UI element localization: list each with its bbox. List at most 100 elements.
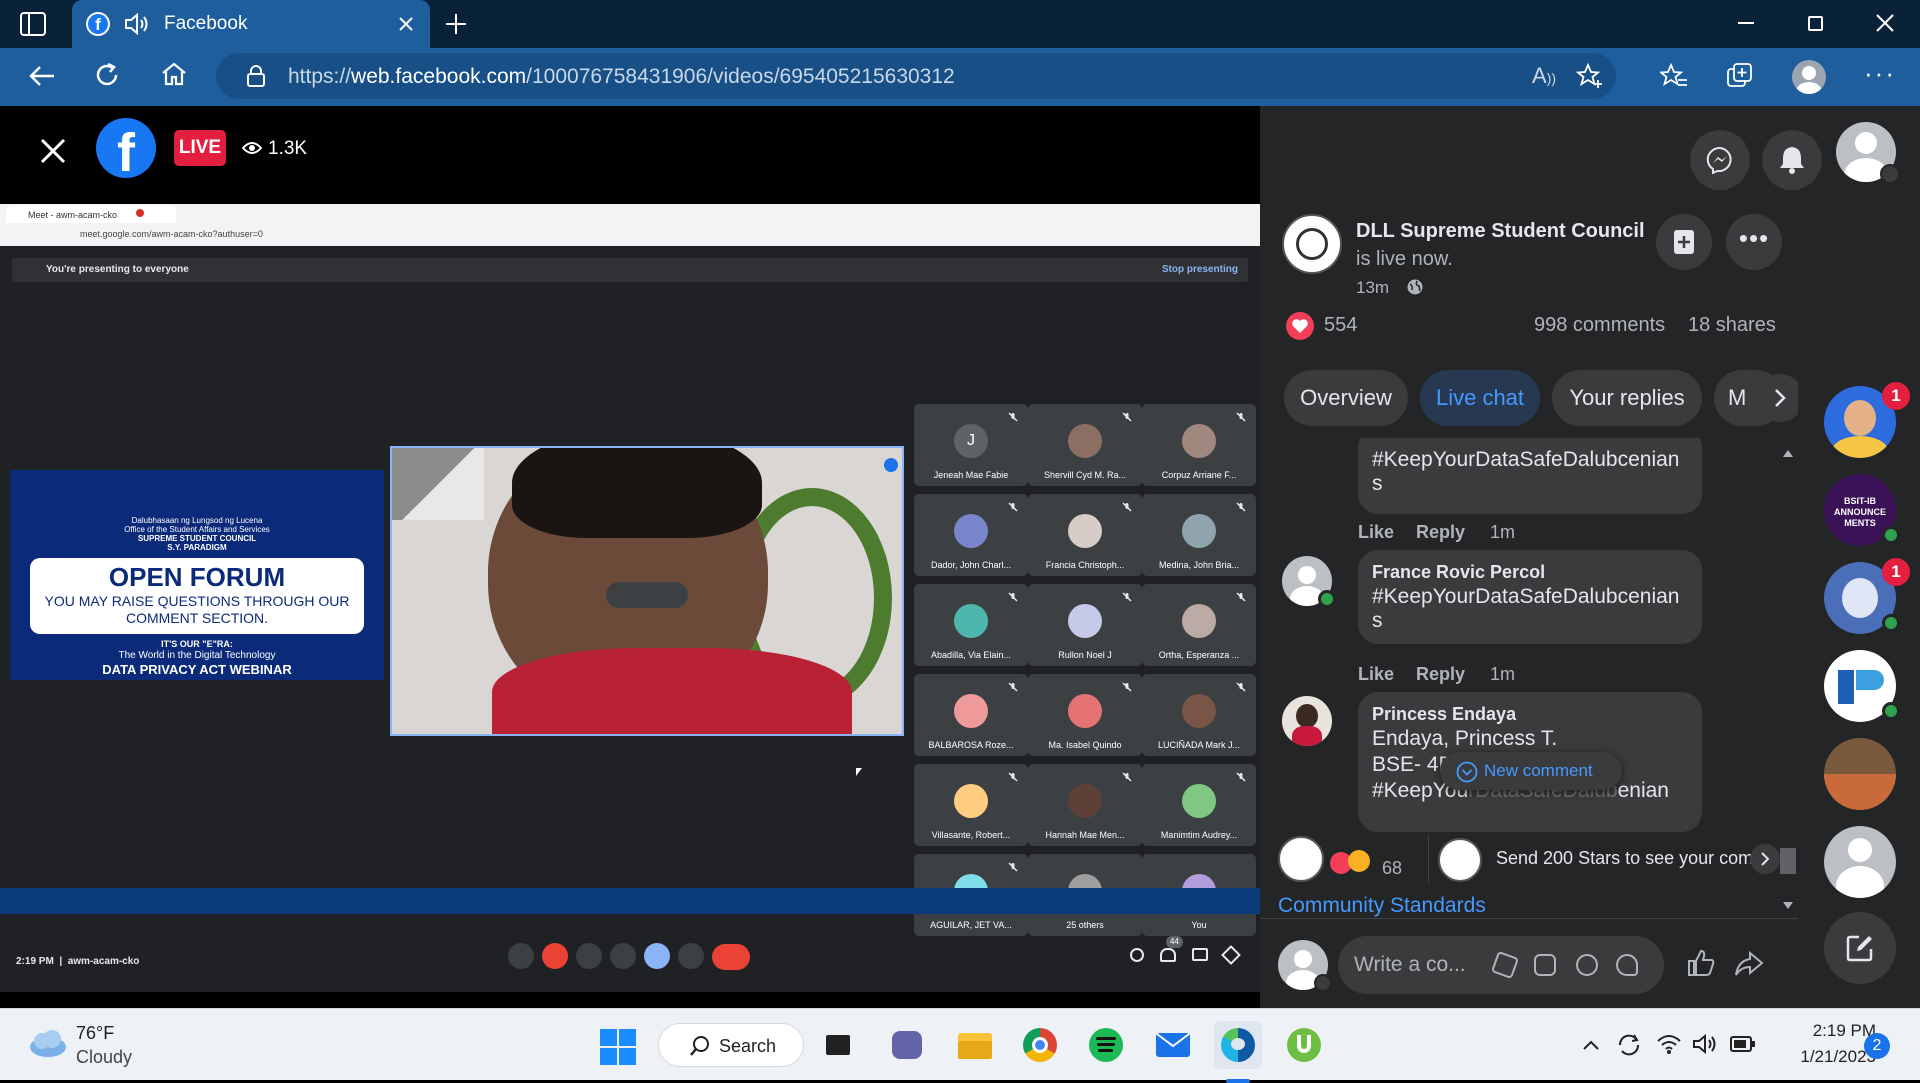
url-text[interactable]: https://web.facebook.com/100076758431906… xyxy=(288,65,955,89)
add-favorite-icon[interactable] xyxy=(1576,62,1604,90)
restore-icon[interactable] xyxy=(1808,16,1823,31)
active-tab[interactable]: f Facebook xyxy=(72,0,430,48)
cloudy-weather-icon[interactable] xyxy=(26,1029,68,1059)
back-icon[interactable] xyxy=(28,64,56,88)
meet-leave-call-button[interactable] xyxy=(712,944,750,970)
speaker-video-tile[interactable] xyxy=(390,446,904,736)
close-video-icon[interactable] xyxy=(40,138,66,164)
participant-tile[interactable]: Shervill Cyd M. Ra... xyxy=(1028,404,1142,486)
like-icon[interactable] xyxy=(1686,948,1716,978)
notification-badge[interactable]: 2 xyxy=(1864,1033,1890,1059)
facebook-logo-icon[interactable]: f xyxy=(96,118,156,183)
home-icon[interactable] xyxy=(160,61,188,87)
comment-count[interactable]: 998 comments xyxy=(1534,314,1665,337)
weather-condition[interactable]: Cloudy xyxy=(76,1047,132,1068)
meet-people-icon[interactable] xyxy=(1160,948,1176,962)
meet-captions-button[interactable] xyxy=(576,943,602,969)
clock-time[interactable]: 2:19 PM xyxy=(1760,1021,1876,1041)
minimize-icon[interactable] xyxy=(1738,22,1754,24)
tile-menu-icon[interactable] xyxy=(884,458,898,472)
page-name[interactable]: DLL Supreme Student Council xyxy=(1356,220,1645,243)
meet-chat-icon[interactable] xyxy=(1192,948,1208,961)
volume-icon[interactable] xyxy=(1692,1033,1718,1055)
meet-present-button[interactable] xyxy=(644,943,670,969)
tab-actions-icon[interactable] xyxy=(20,12,46,36)
collections-icon[interactable] xyxy=(1726,62,1754,90)
account-chevron-icon[interactable] xyxy=(1880,164,1900,184)
sync-icon[interactable] xyxy=(1616,1033,1642,1057)
like-button[interactable]: Like xyxy=(1358,664,1394,685)
favorites-icon[interactable] xyxy=(1660,62,1688,90)
spotify-icon[interactable] xyxy=(1082,1021,1130,1069)
speaker-icon[interactable] xyxy=(124,12,150,36)
clock-date[interactable]: 1/21/2023 xyxy=(1760,1047,1876,1067)
tile-controls[interactable] xyxy=(606,582,688,608)
url-box[interactable]: https://web.facebook.com/100076758431906… xyxy=(216,53,1616,99)
emoji-icon[interactable] xyxy=(1576,954,1598,976)
chevron-up-icon[interactable] xyxy=(1582,1039,1600,1051)
battery-icon[interactable] xyxy=(1730,1035,1756,1053)
participant-tile[interactable]: Corpuz Arriane F... xyxy=(1142,404,1256,486)
profile-avatar[interactable] xyxy=(1792,60,1826,94)
participant-tile[interactable]: Manimtim Audrey... xyxy=(1142,764,1256,846)
mail-icon[interactable] xyxy=(1148,1021,1196,1069)
meet-raise-hand-button[interactable] xyxy=(610,943,636,969)
commenter-name[interactable]: France Rovic Percol xyxy=(1372,562,1688,583)
participant-tile[interactable]: Francia Christoph... xyxy=(1028,494,1142,576)
page-avatar[interactable] xyxy=(1282,214,1342,274)
utorrent-icon[interactable] xyxy=(1280,1021,1328,1069)
participant-tile[interactable]: LUCIÑADA Mark J... xyxy=(1142,674,1256,756)
participant-tile[interactable]: Medina, John Bria... xyxy=(1142,494,1256,576)
task-view-icon[interactable] xyxy=(814,1021,862,1069)
community-standards-link[interactable]: Community Standards xyxy=(1278,894,1486,918)
lock-icon[interactable] xyxy=(246,64,266,88)
like-button[interactable]: Like xyxy=(1358,522,1394,543)
reply-button[interactable]: Reply xyxy=(1416,664,1465,685)
participant-tile[interactable]: Dador, John Charl... xyxy=(914,494,1028,576)
participant-tile[interactable]: BALBAROSA Roze... xyxy=(914,674,1028,756)
new-comment-button[interactable]: New comment xyxy=(1440,752,1622,790)
page-avatar-small[interactable] xyxy=(1278,836,1324,882)
start-button[interactable] xyxy=(594,1021,642,1069)
teams-chat-icon[interactable] xyxy=(882,1021,930,1069)
close-tab-icon[interactable] xyxy=(398,16,414,32)
group-avatar[interactable] xyxy=(1824,738,1896,810)
post-time[interactable]: 13m xyxy=(1356,278,1389,298)
participant-tile[interactable]: J Jeneah Mae Fabie xyxy=(914,404,1028,486)
participant-tile[interactable]: Hannah Mae Men... xyxy=(1028,764,1142,846)
contact-avatar[interactable] xyxy=(1824,826,1896,898)
tab-your-replies[interactable]: Your replies xyxy=(1552,370,1702,426)
tab-overview[interactable]: Overview xyxy=(1284,370,1408,426)
commenter-name[interactable]: Princess Endaya xyxy=(1372,704,1688,725)
read-aloud-icon[interactable]: A)) xyxy=(1532,63,1556,89)
tabs-next-button[interactable] xyxy=(1756,374,1804,422)
reply-button[interactable]: Reply xyxy=(1416,522,1465,543)
participant-tile[interactable]: Rullon Noel J xyxy=(1028,584,1142,666)
avatar-sticker-icon[interactable] xyxy=(1616,954,1638,976)
post-options-button[interactable]: ••• xyxy=(1726,214,1782,270)
send-stars-banner[interactable]: Send 200 Stars to see your com xyxy=(1438,834,1782,884)
participant-tile[interactable]: Ortha, Esperanza ... xyxy=(1142,584,1256,666)
share-count[interactable]: 18 shares xyxy=(1688,314,1776,337)
wifi-icon[interactable] xyxy=(1656,1033,1682,1055)
meet-more-button[interactable] xyxy=(678,943,704,969)
save-post-button[interactable] xyxy=(1656,214,1712,270)
sticker-icon[interactable] xyxy=(1534,954,1556,976)
edge-icon[interactable] xyxy=(1214,1021,1262,1083)
stars-icon[interactable] xyxy=(1490,950,1520,980)
participant-tile[interactable]: Abadilla, Via Elain... xyxy=(914,584,1028,666)
love-reaction-icon[interactable] xyxy=(1286,312,1314,340)
meet-mic-button[interactable] xyxy=(508,943,534,969)
live-video-player[interactable]: f LIVE 1.3K Meet - awm-acam-cko meet.goo… xyxy=(0,106,1260,1008)
notifications-button[interactable] xyxy=(1762,130,1822,190)
tab-live-chat[interactable]: Live chat xyxy=(1420,370,1540,426)
file-explorer-icon[interactable] xyxy=(950,1021,998,1069)
avatar-chevron-icon[interactable] xyxy=(1314,974,1332,992)
weather-temperature[interactable]: 76°F xyxy=(76,1023,114,1044)
chrome-icon[interactable] xyxy=(1016,1021,1064,1069)
participant-tile[interactable]: Ma. Isabel Quindo xyxy=(1028,674,1142,756)
close-window-icon[interactable] xyxy=(1876,14,1894,32)
comment-input[interactable]: Write a co... xyxy=(1338,936,1664,994)
meet-info-icon[interactable] xyxy=(1130,948,1144,962)
refresh-icon[interactable] xyxy=(94,62,120,88)
